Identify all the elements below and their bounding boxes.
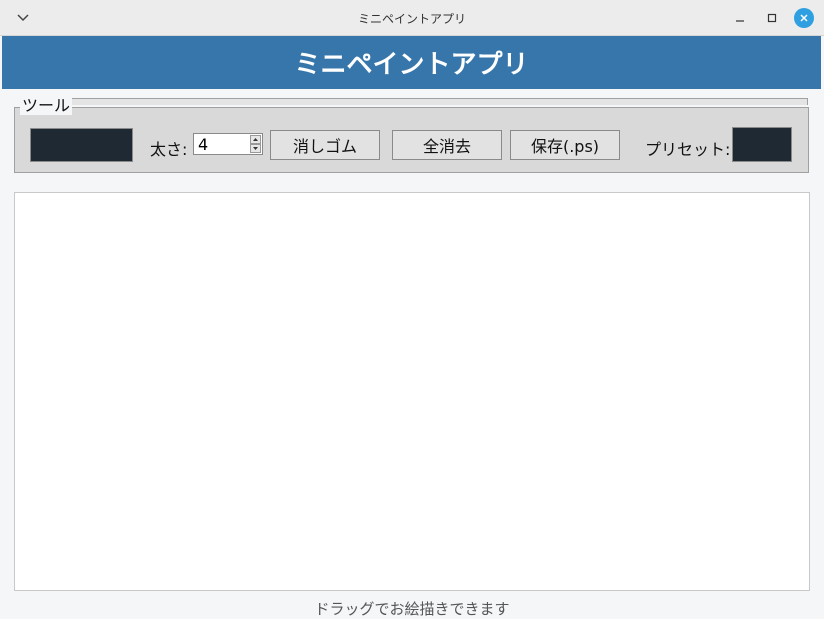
frame-top-strip: [71, 98, 808, 105]
brush-size-label: 太さ:: [150, 140, 188, 159]
preset-label: プリセット:: [645, 140, 731, 159]
tool-group-label: ツール: [20, 96, 73, 115]
window-titlebar: ミニペイントアプリ: [0, 0, 824, 36]
save-ps-button[interactable]: 保存(.ps): [510, 130, 620, 160]
brush-size-value[interactable]: 4: [198, 135, 208, 154]
eraser-button[interactable]: 消しゴム: [270, 130, 380, 160]
spin-buttons: [250, 135, 261, 153]
brush-size-spinbox[interactable]: 4: [193, 133, 263, 155]
preset-color-swatch[interactable]: [732, 127, 792, 162]
close-button[interactable]: [794, 8, 814, 28]
spin-down-button[interactable]: [250, 144, 261, 153]
arrow-up-icon: [253, 138, 258, 141]
app-header-banner: ミニペイントアプリ: [2, 36, 821, 89]
maximize-button[interactable]: [762, 8, 782, 28]
minimize-button[interactable]: [730, 8, 750, 28]
window-title: ミニペイントアプリ: [357, 12, 466, 26]
tool-group-frame: 太さ: 4 消しゴム 全消去 保存(.ps) プリセット:: [14, 98, 809, 173]
app-heading: ミニペイントアプリ: [294, 50, 529, 80]
close-icon: [800, 14, 808, 22]
drawing-canvas[interactable]: [14, 192, 810, 591]
clear-all-button[interactable]: 全消去: [392, 130, 502, 160]
arrow-down-icon: [253, 147, 258, 150]
status-message: ドラッグでお絵描きできます: [314, 600, 510, 618]
current-color-swatch[interactable]: [30, 128, 133, 162]
spin-up-button[interactable]: [250, 135, 261, 144]
